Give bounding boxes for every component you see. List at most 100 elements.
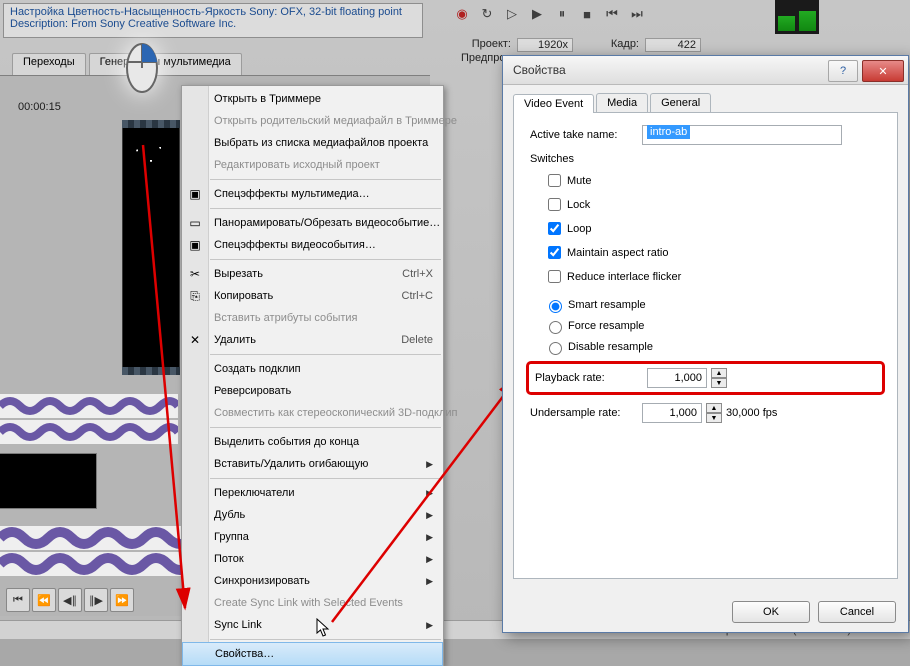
stop-button[interactable]: ■ — [576, 3, 598, 25]
menu-video-fx[interactable]: ▣Спецэффекты видеособытия… — [182, 234, 443, 256]
aspect-ratio-label: Maintain aspect ratio — [567, 247, 669, 259]
mute-checkbox[interactable]: Mute — [544, 171, 881, 190]
tp-step-fwd[interactable]: ∥▶ — [84, 588, 108, 612]
loop-label: Loop — [567, 223, 591, 235]
close-button[interactable]: ✕ — [862, 60, 904, 82]
menu-sync-link[interactable]: Sync Link▶ — [182, 614, 443, 636]
lock-input[interactable] — [548, 198, 561, 211]
record-button[interactable]: ◉ — [451, 3, 473, 25]
reduce-flicker-input[interactable] — [548, 270, 561, 283]
submenu-arrow-icon: ▶ — [426, 526, 433, 548]
spin-buttons[interactable]: ▲▼ — [711, 368, 727, 388]
spin-down-icon[interactable]: ▼ — [711, 378, 727, 388]
tp-go-start[interactable]: ⏮ — [6, 588, 30, 612]
aspect-ratio-checkbox[interactable]: Maintain aspect ratio — [544, 243, 881, 262]
go-start-button[interactable]: ⏮ — [601, 3, 623, 25]
track-header-thumb[interactable] — [0, 454, 96, 508]
menu-separator — [210, 478, 441, 479]
waveform-icon — [0, 394, 178, 418]
menu-create-sync-link: Create Sync Link with Selected Events — [182, 592, 443, 614]
clip-top-strip — [122, 120, 180, 128]
menu-label: Спецэффекты мультимедиа… — [214, 183, 370, 205]
go-end-button[interactable]: ⏭ — [626, 3, 648, 25]
menu-copy[interactable]: ⎘КопироватьCtrl+C — [182, 285, 443, 307]
play-start-button[interactable]: ▷ — [501, 3, 523, 25]
tab-general[interactable]: General — [650, 93, 711, 112]
tp-forward[interactable]: ⏩ — [110, 588, 134, 612]
tp-step-back[interactable]: ◀∥ — [58, 588, 82, 612]
menu-label: Совместить как стереоскопический 3D-подк… — [214, 402, 458, 424]
playback-rate-input[interactable] — [647, 368, 707, 388]
active-take-input[interactable]: intro-ab — [642, 125, 842, 145]
menu-pan-crop[interactable]: ▭Панорамировать/Обрезать видеособытие… — [182, 212, 443, 234]
menu-media-fx[interactable]: ▣Спецэффекты мультимедиа… — [182, 183, 443, 205]
aspect-ratio-input[interactable] — [548, 246, 561, 259]
submenu-arrow-icon: ▶ — [426, 570, 433, 592]
spin-up-icon[interactable]: ▲ — [706, 403, 722, 413]
submenu-arrow-icon: ▶ — [426, 504, 433, 526]
menu-separator — [210, 354, 441, 355]
menu-separator — [210, 259, 441, 260]
menu-select-to-end[interactable]: Выделить события до конца — [182, 431, 443, 453]
spin-down-icon[interactable]: ▼ — [706, 413, 722, 423]
mouse-right-click-icon — [122, 38, 162, 98]
loop-checkbox[interactable]: Loop — [544, 219, 881, 238]
menu-cut[interactable]: ✂ВырезатьCtrl+X — [182, 263, 443, 285]
smart-resample-radio[interactable]: Smart resample — [544, 297, 881, 313]
reduce-flicker-checkbox[interactable]: Reduce interlace flicker — [544, 267, 881, 286]
menu-edit-source: Редактировать исходный проект — [182, 154, 443, 176]
video-clip[interactable] — [122, 120, 180, 375]
audio-waveform-1[interactable] — [0, 394, 178, 418]
submenu-arrow-icon: ▶ — [426, 548, 433, 570]
lock-checkbox[interactable]: Lock — [544, 195, 881, 214]
mute-input[interactable] — [548, 174, 561, 187]
plugin-info-bar: Настройка Цветность-Насыщенность-Яркость… — [3, 3, 423, 38]
fx-icon: ▣ — [187, 237, 203, 253]
cancel-button[interactable]: Cancel — [818, 601, 896, 623]
loop-button[interactable]: ↻ — [476, 3, 498, 25]
lock-label: Lock — [567, 199, 590, 211]
undersample-spinner[interactable]: ▲▼ — [642, 403, 702, 423]
tab-media[interactable]: Media — [596, 93, 648, 112]
undersample-input[interactable] — [642, 403, 702, 423]
menu-label: Вырезать — [214, 263, 263, 285]
force-resample-input[interactable] — [549, 321, 562, 334]
disable-resample-input[interactable] — [549, 342, 562, 355]
tp-rewind[interactable]: ⏪ — [32, 588, 56, 612]
menu-stereo3d: Совместить как стереоскопический 3D-подк… — [182, 402, 443, 424]
play-button[interactable]: ▶ — [526, 3, 548, 25]
menu-group[interactable]: Группа▶ — [182, 526, 443, 548]
playback-rate-spinner[interactable]: ▲▼ — [647, 368, 707, 388]
menu-label: Выбрать из списка медиафайлов проекта — [214, 132, 428, 154]
menu-open-parent-trimmer: Открыть родительский медиафайл в Триммер… — [182, 110, 443, 132]
spin-up-icon[interactable]: ▲ — [711, 368, 727, 378]
menu-open-trimmer[interactable]: Открыть в Триммере — [182, 88, 443, 110]
dialog-titlebar[interactable]: Свойства ? ✕ — [503, 56, 908, 85]
menu-switches[interactable]: Переключатели▶ — [182, 482, 443, 504]
help-button[interactable]: ? — [828, 60, 858, 82]
menu-take[interactable]: Дубль▶ — [182, 504, 443, 526]
menu-reverse[interactable]: Реверсировать — [182, 380, 443, 402]
smart-resample-input[interactable] — [549, 300, 562, 313]
ok-button[interactable]: OK — [732, 601, 810, 623]
menu-separator — [210, 639, 441, 640]
audio-waveform-2[interactable] — [0, 420, 178, 444]
spin-buttons[interactable]: ▲▼ — [706, 403, 722, 423]
tab-video-event[interactable]: Video Event — [513, 94, 594, 113]
submenu-arrow-icon: ▶ — [426, 614, 433, 636]
force-resample-radio[interactable]: Force resample — [544, 318, 881, 334]
menu-select-project-media[interactable]: Выбрать из списка медиафайлов проекта — [182, 132, 443, 154]
loop-input[interactable] — [548, 222, 561, 235]
disable-resample-radio[interactable]: Disable resample — [544, 339, 881, 355]
menu-create-subclip[interactable]: Создать подклип — [182, 358, 443, 380]
menu-insert-envelope[interactable]: Вставить/Удалить огибающую▶ — [182, 453, 443, 475]
waveform-icon — [0, 420, 178, 444]
copy-icon: ⎘ — [187, 288, 203, 304]
menu-delete[interactable]: ✕УдалитьDelete — [182, 329, 443, 351]
menu-paste-attributes: Вставить атрибуты события — [182, 307, 443, 329]
disable-resample-label: Disable resample — [568, 341, 653, 353]
menu-stream[interactable]: Поток▶ — [182, 548, 443, 570]
menu-properties[interactable]: Свойства… — [182, 642, 443, 666]
pause-button[interactable]: ⏸ — [551, 3, 573, 25]
menu-sync[interactable]: Синхронизировать▶ — [182, 570, 443, 592]
